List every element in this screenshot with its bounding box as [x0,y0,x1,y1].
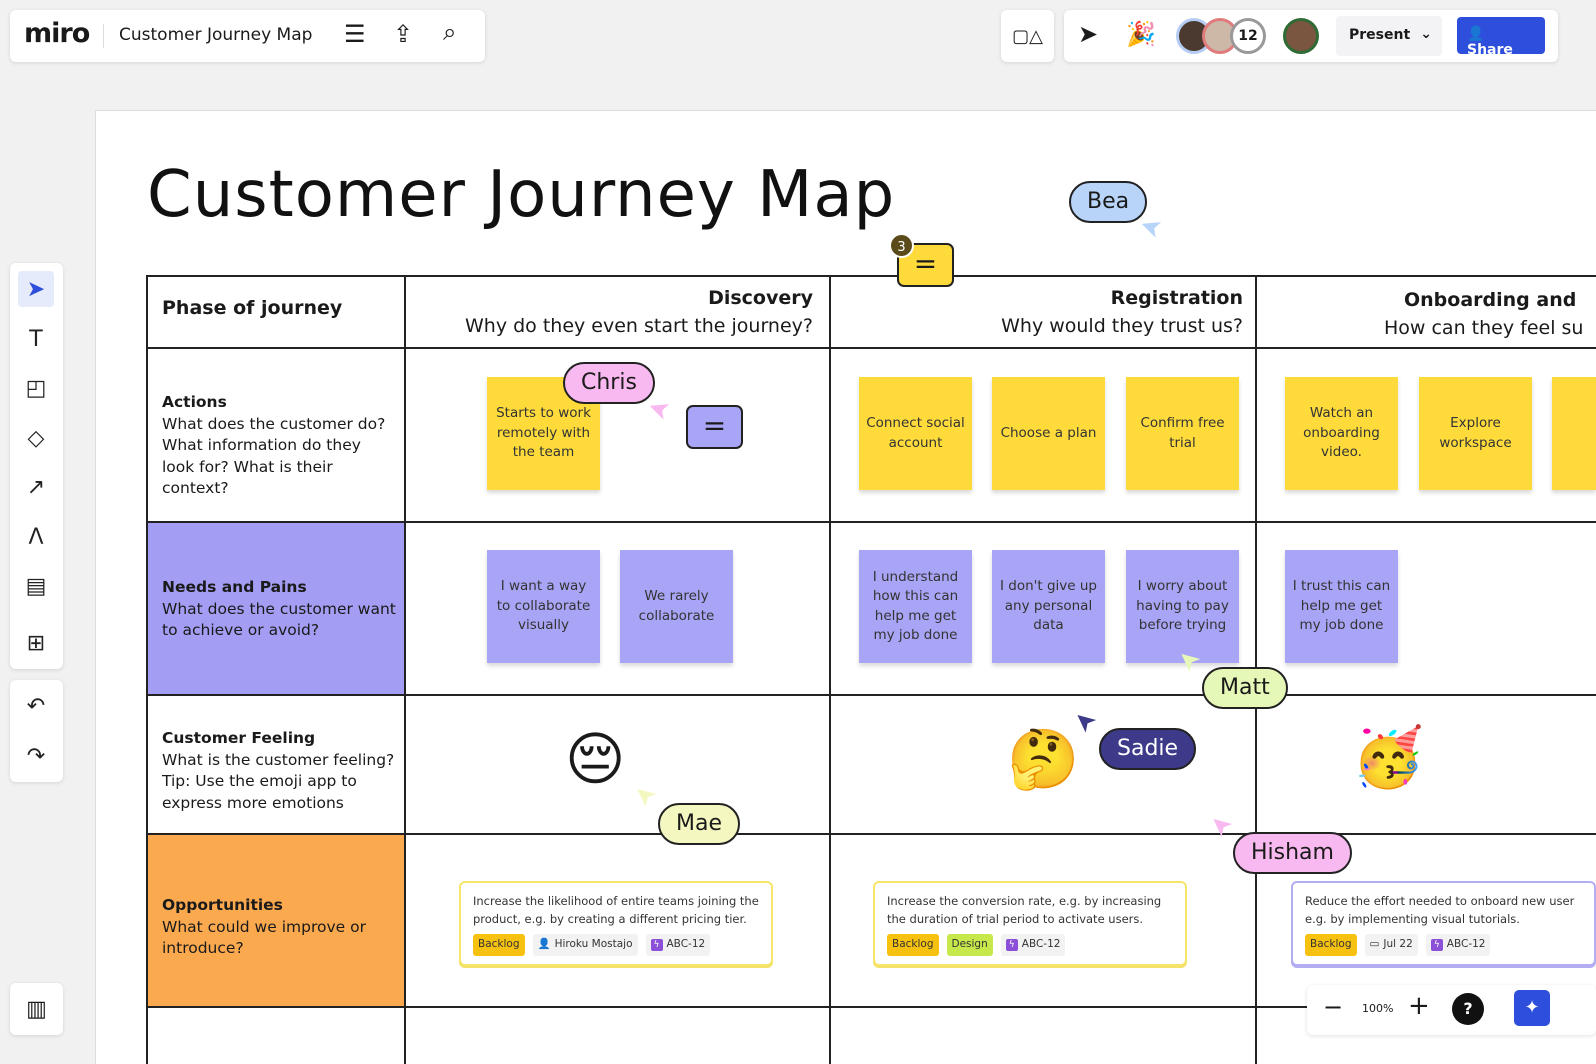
avatar[interactable] [1283,18,1319,54]
row-label-feeling: Customer Feeling What is the customer fee… [162,729,395,812]
sad-emoji[interactable]: 😔 [565,724,625,794]
frames-panel-button[interactable]: ▥ [10,983,63,1035]
share-button[interactable]: 👤 Share [1457,17,1545,58]
column-header-registration: Registration Why would they trust us? [1001,287,1243,337]
cursor-label-hisham: Hisham [1233,832,1352,874]
search-icon[interactable]: ⌕ [443,18,456,46]
corner-header: Phase of journey [162,297,343,319]
present-label: Present [1349,27,1411,43]
jira-card[interactable]: Increase the likelihood of entire teams … [459,881,773,966]
sticky-note-tool[interactable]: ◰ [18,370,54,406]
status-badge: Backlog [887,934,939,956]
collab-toolbar: ➤ 🎉 12 Present ⌄ 👤 Share [1064,10,1558,62]
issue-chip: ϟ ABC-12 [1425,934,1491,956]
thinking-emoji[interactable]: 🤔 [1007,724,1079,794]
sticky-note[interactable]: Explore workspace [1419,377,1532,490]
sticky-note[interactable]: I trust this can help me get my job done [1285,550,1398,663]
sticky-note[interactable]: I don't give up any personal data [992,550,1105,663]
text-tool[interactable]: T [18,321,54,357]
zoom-controls: − 100% + ? ✦ [1307,985,1596,1035]
row-label-actions: Actions What does the customer do? What i… [162,393,386,497]
zoom-level[interactable]: 100% [1362,1002,1393,1015]
card-text: Reduce the effort needed to onboard new … [1305,894,1575,926]
zoom-in-button[interactable]: + [1408,991,1430,1021]
sticky-note[interactable]: I want a way to collaborate visually [487,550,600,663]
apps-button[interactable]: ▢△ [1001,10,1054,62]
collaborator-count[interactable]: 12 [1230,18,1266,54]
board-header: miro Customer Journey Map ☰ ⇪ ⌕ [10,10,485,62]
sticky-note[interactable] [1552,377,1596,490]
sticky-note[interactable]: I worry about having to pay before tryin… [1126,550,1239,663]
share-label: Share [1467,42,1513,58]
pen-tool[interactable]: Λ [18,519,54,555]
select-tool[interactable]: ➤ [18,271,54,307]
page-title: Customer Journey Map [147,158,896,232]
sticky-note[interactable]: Watch an onboarding video. [1285,377,1398,490]
redo-icon[interactable]: ↷ [18,738,54,774]
avatar: 👤 [537,938,551,950]
sidebar-icon: ▥ [26,996,47,1022]
celebrate-icon[interactable]: 🎉 [1126,20,1156,48]
connector-tool[interactable]: ↗ [18,469,54,505]
jira-icon: ϟ [1430,938,1443,951]
column-header-discovery: Discovery Why do they even start the jour… [464,287,813,337]
cursor-label-sadie: Sadie [1099,728,1197,770]
shapes-tool[interactable]: ◇ [18,420,54,456]
zoom-out-button[interactable]: − [1323,993,1343,1021]
party-emoji[interactable]: 🥳 [1352,722,1424,792]
export-icon[interactable]: ⇪ [393,20,413,48]
apps-icon: ▢△ [1012,25,1043,47]
cursor-filter-icon[interactable]: ➤ [1078,20,1098,48]
issue-chip: ϟ ABC-12 [1000,934,1066,956]
sticky-note[interactable]: Confirm free trial [1126,377,1239,490]
assistant-button[interactable]: ✦ [1514,990,1550,1026]
card-text: Increase the likelihood of entire teams … [473,894,759,926]
undo-redo-toolbar: ↶ ↷ [10,680,63,782]
jira-icon: ϟ [1005,938,1018,951]
miro-logo[interactable]: miro [24,18,90,49]
cursor-label-bea: Bea [1069,181,1148,223]
label-chip: Design [946,934,993,956]
jira-card[interactable]: Reduce the effort needed to onboard new … [1291,881,1596,966]
column-header-onboarding: Onboarding and How can they feel su [1384,289,1584,339]
present-button[interactable]: Present ⌄ [1336,16,1442,56]
row-label-needs: Needs and Pains What does the customer wa… [162,578,396,639]
comment-count-badge: 3 [889,233,914,258]
cursor-label-chris: Chris [563,362,655,404]
issue-chip: ϟ ABC-12 [645,934,711,956]
board-title[interactable]: Customer Journey Map [119,25,312,45]
row-label-opportunities: Opportunities What could we improve or in… [162,896,366,957]
calendar-icon: ▭ [1369,938,1380,950]
comment-tool[interactable]: ▤ [18,568,54,604]
jira-card[interactable]: Increase the conversion rate, e.g. by in… [873,881,1187,966]
status-badge: Backlog [473,934,525,956]
add-apps-tool[interactable]: ⊞ [18,625,54,661]
jira-icon: ϟ [650,938,663,951]
cursor-label-matt: Matt [1202,667,1288,709]
comment-icon[interactable]: = [686,405,743,449]
chevron-down-icon: ⌄ [1420,26,1432,42]
sticky-note[interactable]: Choose a plan [992,377,1105,490]
assignee-chip: 👤 Hiroku Mostajo [532,934,638,956]
status-badge: Backlog [1305,934,1357,956]
tools-toolbar: ➤ T ◰ ◇ ↗ Λ ▤ ⊞ [10,263,63,669]
menu-icon[interactable]: ☰ [344,20,366,48]
date-chip: ▭ Jul 22 [1364,934,1418,956]
user-icon: 👤 [1467,26,1485,42]
sticky-note[interactable]: We rarely collaborate [620,550,733,663]
undo-icon[interactable]: ↶ [18,688,54,724]
help-button[interactable]: ? [1452,993,1484,1025]
cursor-label-mae: Mae [658,803,740,845]
sticky-note[interactable]: Connect social account [859,377,972,490]
sticky-note[interactable]: I understand how this can help me get my… [859,550,972,663]
card-text: Increase the conversion rate, e.g. by in… [887,894,1162,926]
